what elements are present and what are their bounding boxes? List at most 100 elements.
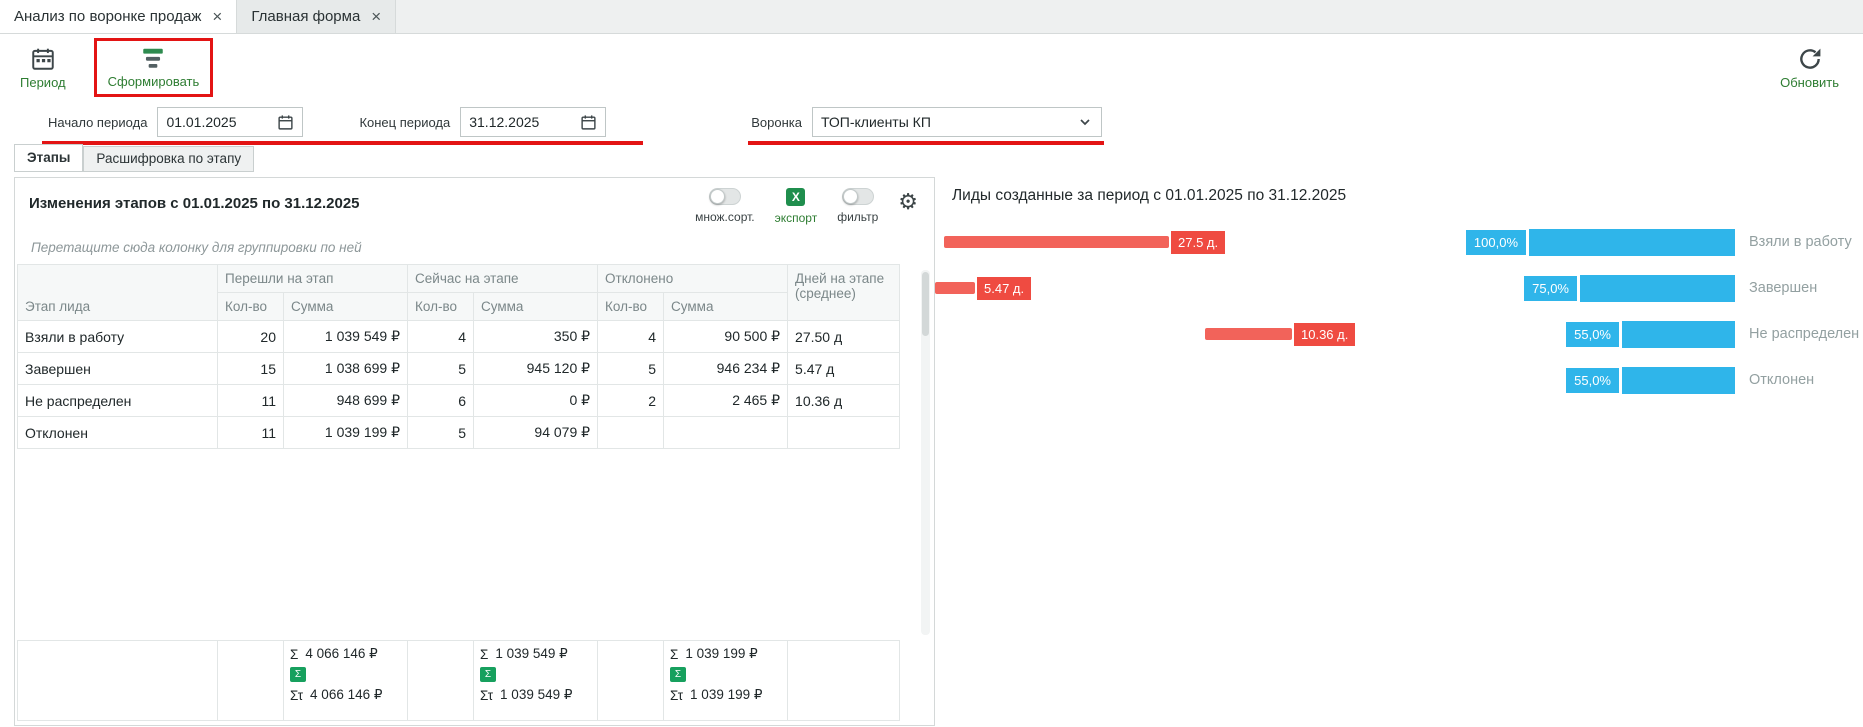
cell-rej-sum[interactable]: 946 234 ₽ bbox=[664, 353, 788, 385]
sigma-symbol: Σ bbox=[670, 647, 678, 662]
conversion-bar bbox=[1622, 367, 1735, 394]
subheader-count[interactable]: Кол-во bbox=[598, 293, 664, 321]
cell-rej-count[interactable]: 5 bbox=[598, 353, 664, 385]
footer-cell-empty bbox=[18, 641, 218, 721]
settings-gear-icon[interactable]: ⚙ bbox=[898, 188, 918, 214]
cell-cur-sum[interactable]: 0 ₽ bbox=[474, 385, 598, 417]
conversion-chart-cell: 55,0% bbox=[1405, 319, 1735, 349]
column-group-entered[interactable]: Перешли на этап bbox=[218, 265, 408, 293]
conversion-percent-label: 55,0% bbox=[1566, 368, 1619, 393]
cell-in-count[interactable]: 11 bbox=[218, 385, 284, 417]
start-date-value: 01.01.2025 bbox=[166, 114, 236, 130]
funnel-select[interactable]: ТОП-клиенты КП bbox=[812, 107, 1102, 137]
calendar-icon[interactable] bbox=[277, 114, 294, 131]
cell-cur-count[interactable]: 6 bbox=[408, 385, 474, 417]
cell-rej-sum[interactable]: 90 500 ₽ bbox=[664, 321, 788, 353]
vertical-scrollbar[interactable] bbox=[921, 270, 930, 635]
days-value-label: 10.36 д. bbox=[1294, 323, 1355, 346]
toolbar: Период Сформировать Обновить bbox=[0, 34, 1863, 100]
stages-table: Этап лида Перешли на этап Сейчас на этап… bbox=[17, 264, 900, 449]
cell-cur-sum[interactable]: 94 079 ₽ bbox=[474, 417, 598, 449]
cell-in-sum[interactable]: 1 038 699 ₽ bbox=[284, 353, 408, 385]
tab-stages[interactable]: Этапы bbox=[14, 144, 83, 172]
cell-in-count[interactable]: 20 bbox=[218, 321, 284, 353]
sigma-symbol: Σ bbox=[480, 647, 488, 662]
toggle-knob bbox=[843, 189, 858, 204]
filter-row: Начало периода 01.01.2025 Конец периода … bbox=[0, 100, 1863, 144]
table-row[interactable]: Завершен 15 1 038 699 ₽ 5 945 120 ₽ 5 94… bbox=[18, 353, 900, 385]
subheader-count[interactable]: Кол-во bbox=[408, 293, 474, 321]
cell-days[interactable] bbox=[788, 417, 900, 449]
refresh-icon bbox=[1797, 46, 1823, 72]
subheader-sum[interactable]: Сумма bbox=[474, 293, 598, 321]
subheader-sum[interactable]: Сумма bbox=[664, 293, 788, 321]
report-icon bbox=[140, 45, 166, 71]
period-label: Период bbox=[20, 75, 66, 90]
column-header-stage[interactable]: Этап лида bbox=[18, 265, 218, 321]
cell-cur-sum[interactable]: 945 120 ₽ bbox=[474, 353, 598, 385]
cell-rej-count[interactable]: 4 bbox=[598, 321, 664, 353]
tab-stage-details[interactable]: Расшифровка по этапу bbox=[83, 146, 254, 172]
table-row[interactable]: Отклонен 11 1 039 199 ₽ 5 94 079 ₽ bbox=[18, 417, 900, 449]
tab-funnel-analysis[interactable]: Анализ по воронке продаж × bbox=[0, 0, 237, 33]
chart-row: 10.36 д. 55,0% Не распределен bbox=[935, 319, 1861, 349]
grouping-hint: Перетащите сюда колонку для группировки … bbox=[15, 225, 934, 264]
filter-toggle[interactable]: фильтр bbox=[837, 188, 878, 224]
cell-rej-sum[interactable]: 2 465 ₽ bbox=[664, 385, 788, 417]
conversion-bar bbox=[1529, 229, 1735, 256]
table-row[interactable]: Взяли в работу 20 1 039 549 ₽ 4 350 ₽ 4 … bbox=[18, 321, 900, 353]
cell-days[interactable]: 5.47 д bbox=[788, 353, 900, 385]
sigma-total-symbol: Στ bbox=[290, 688, 303, 703]
cell-rej-sum[interactable] bbox=[664, 417, 788, 449]
cell-in-count[interactable]: 15 bbox=[218, 353, 284, 385]
period-button[interactable]: Период bbox=[14, 45, 72, 91]
scrollbar-thumb[interactable] bbox=[922, 272, 929, 336]
tab-main-form[interactable]: Главная форма × bbox=[237, 0, 396, 33]
footer-cell-empty bbox=[218, 641, 284, 721]
column-group-current[interactable]: Сейчас на этапе bbox=[408, 265, 598, 293]
cell-in-count[interactable]: 11 bbox=[218, 417, 284, 449]
cell-cur-count[interactable]: 4 bbox=[408, 321, 474, 353]
days-value-label: 27.5 д. bbox=[1171, 231, 1225, 254]
cell-stage[interactable]: Не распределен bbox=[18, 385, 218, 417]
cell-in-sum[interactable]: 948 699 ₽ bbox=[284, 385, 408, 417]
cell-in-sum[interactable]: 1 039 549 ₽ bbox=[284, 321, 408, 353]
export-button[interactable]: X экспорт bbox=[775, 188, 818, 225]
leads-charts: 27.5 д. 100,0% Взяли в работу 5.47 д. 75… bbox=[935, 227, 1861, 395]
cell-stage[interactable]: Завершен bbox=[18, 353, 218, 385]
table-row[interactable]: Не распределен 11 948 699 ₽ 6 0 ₽ 2 2 46… bbox=[18, 385, 900, 417]
close-icon[interactable]: × bbox=[371, 8, 381, 25]
cell-stage[interactable]: Отклонен bbox=[18, 417, 218, 449]
start-date-input[interactable]: 01.01.2025 bbox=[157, 107, 303, 137]
cell-rej-count[interactable]: 2 bbox=[598, 385, 664, 417]
cell-in-sum[interactable]: 1 039 199 ₽ bbox=[284, 417, 408, 449]
annotation-underline-funnel bbox=[748, 141, 1104, 145]
column-group-rejected[interactable]: Отклонено bbox=[598, 265, 788, 293]
multisort-toggle[interactable]: множ.сорт. bbox=[695, 188, 755, 224]
close-icon[interactable]: × bbox=[212, 8, 222, 25]
cell-stage[interactable]: Взяли в работу bbox=[18, 321, 218, 353]
generate-button[interactable]: Сформировать bbox=[102, 44, 206, 90]
cell-days[interactable]: 10.36 д bbox=[788, 385, 900, 417]
days-value-label: 5.47 д. bbox=[977, 277, 1031, 300]
conversion-percent-label: 75,0% bbox=[1524, 276, 1577, 301]
cell-cur-count[interactable]: 5 bbox=[408, 353, 474, 385]
days-chart-cell: 5.47 д. bbox=[935, 273, 1405, 303]
calendar-icon[interactable] bbox=[580, 114, 597, 131]
refresh-button[interactable]: Обновить bbox=[1774, 45, 1845, 91]
days-chart-cell bbox=[935, 365, 1405, 395]
sum-icon: Σ bbox=[670, 667, 686, 682]
cell-cur-count[interactable]: 5 bbox=[408, 417, 474, 449]
end-date-input[interactable]: 31.12.2025 bbox=[460, 107, 606, 137]
column-header-days[interactable]: Дней на этапе (среднее) bbox=[788, 265, 900, 321]
conversion-bar bbox=[1622, 321, 1735, 348]
cell-days[interactable]: 27.50 д bbox=[788, 321, 900, 353]
cell-rej-count[interactable] bbox=[598, 417, 664, 449]
toggle-knob bbox=[710, 189, 725, 204]
sigma-total-symbol: Στ bbox=[670, 688, 683, 703]
subheader-count[interactable]: Кол-во bbox=[218, 293, 284, 321]
subheader-sum[interactable]: Сумма bbox=[284, 293, 408, 321]
cell-cur-sum[interactable]: 350 ₽ bbox=[474, 321, 598, 353]
sigma-total-symbol: Στ bbox=[480, 688, 493, 703]
footer-cell-in-sum: Σ4 066 146 ₽ Σ Στ4 066 146 ₽ bbox=[284, 641, 408, 721]
